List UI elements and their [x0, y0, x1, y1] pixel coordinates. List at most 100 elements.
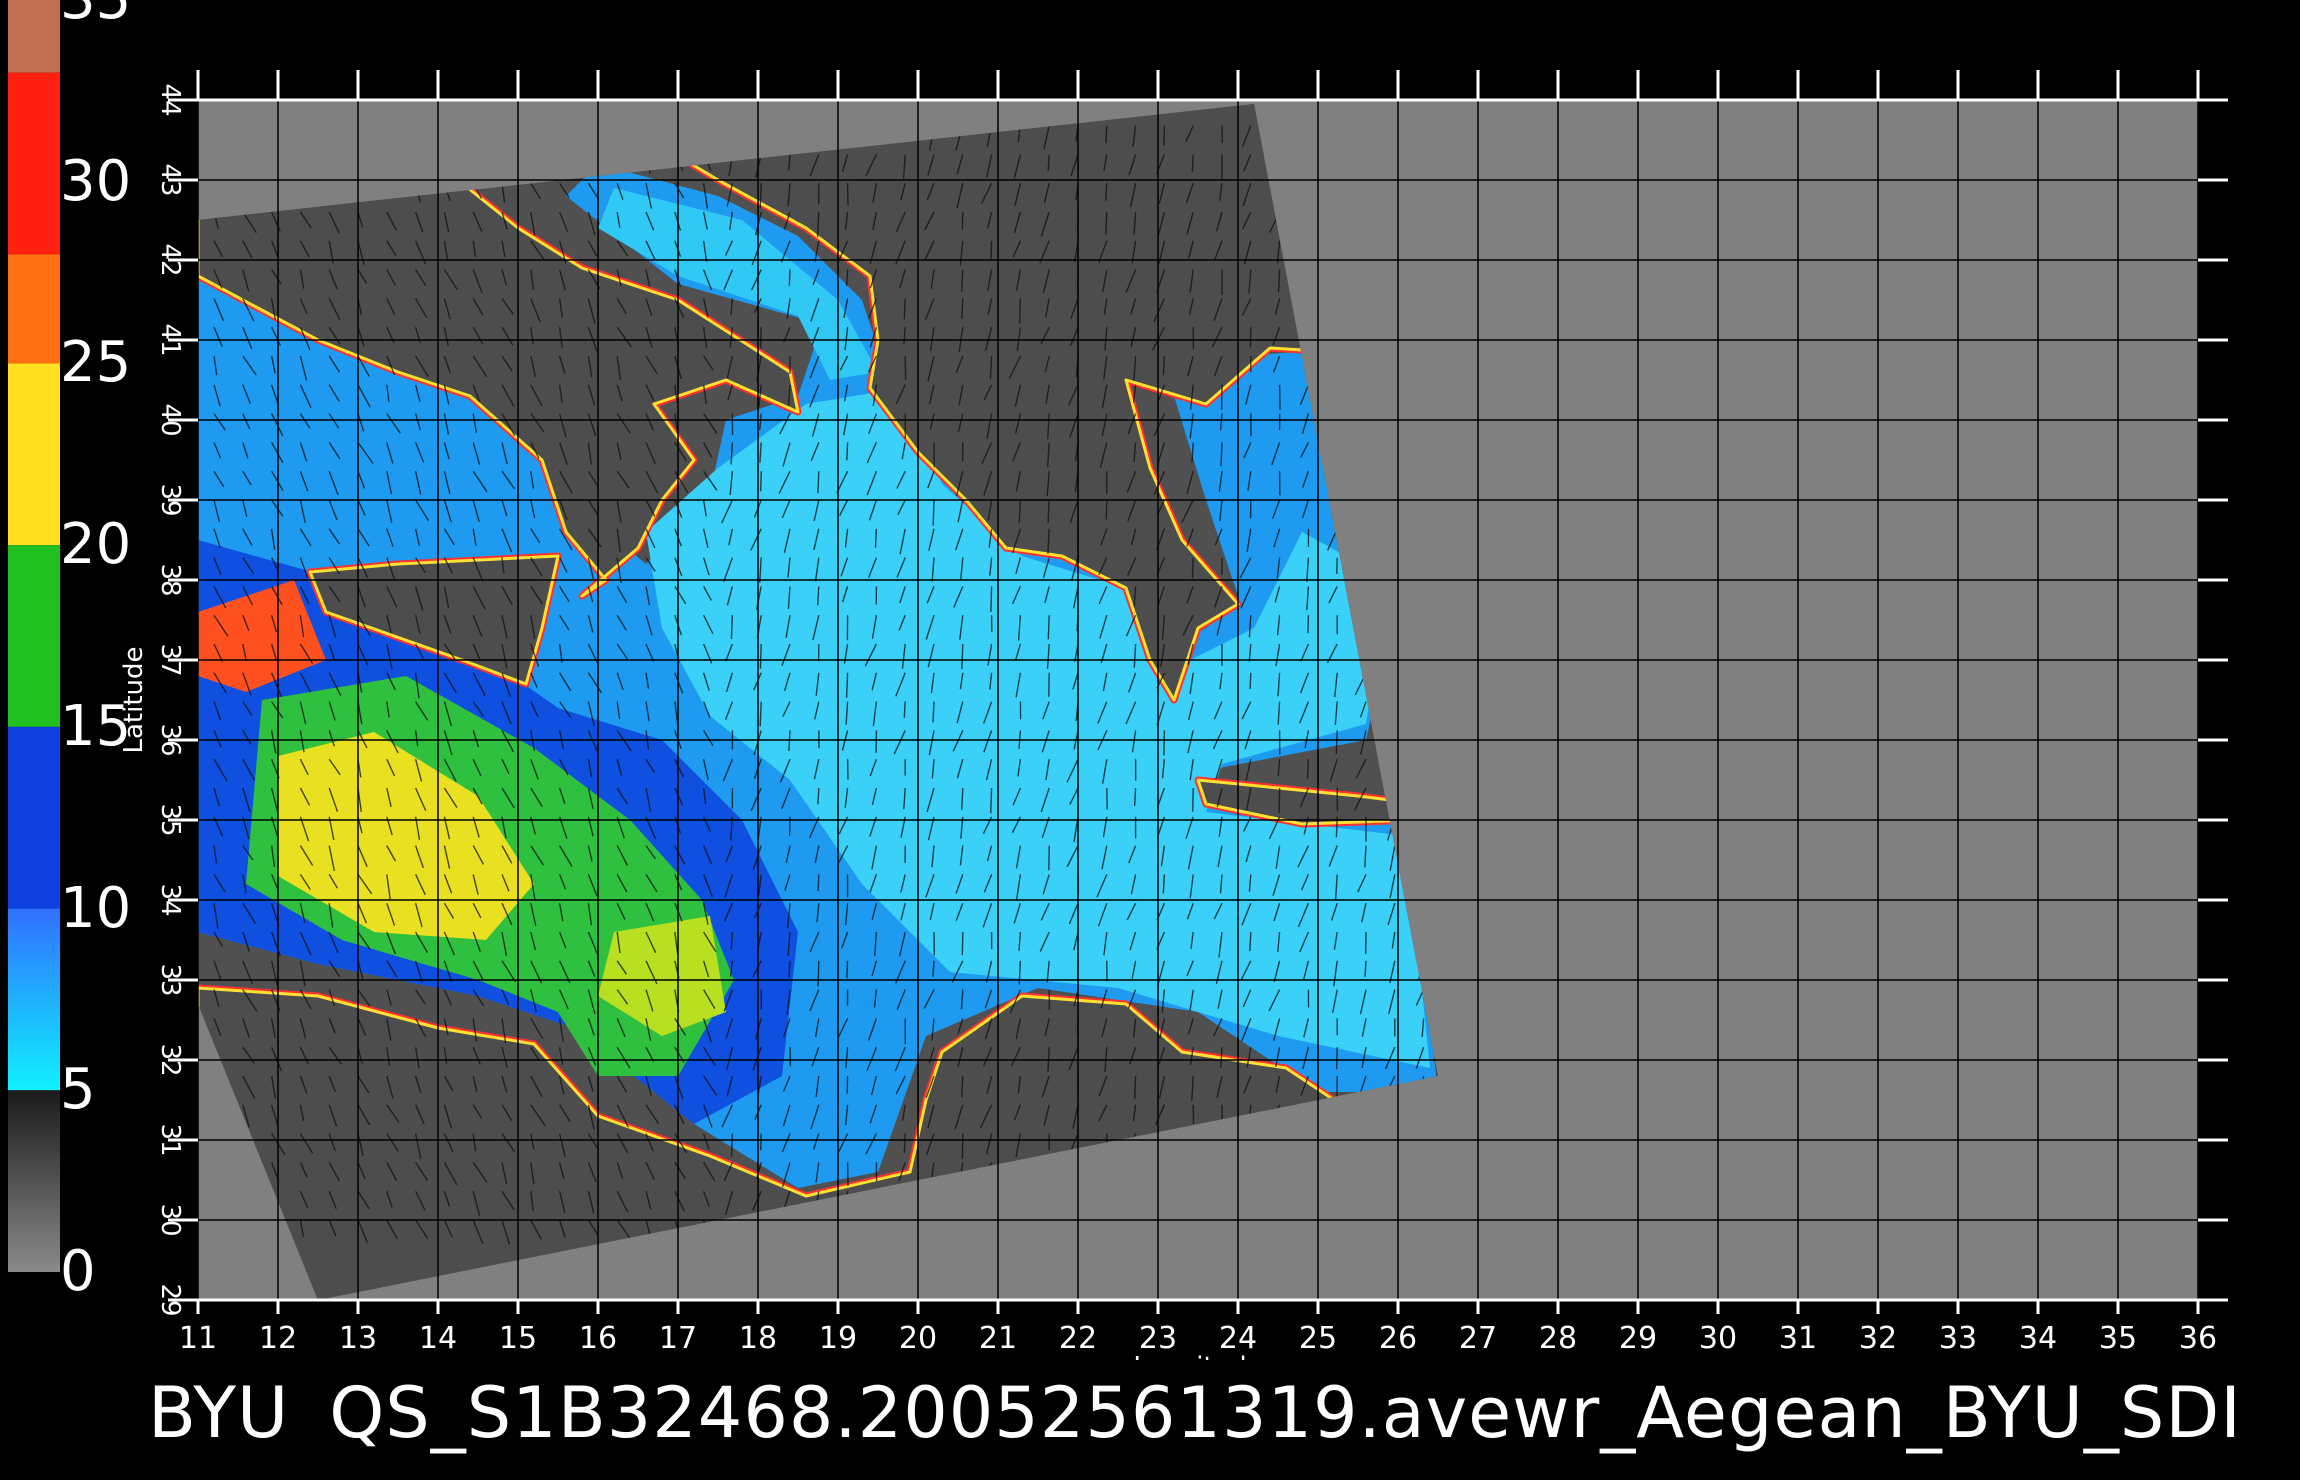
- footer-filename: QS_S1B32468.20052561319.avewr_Aegean_BYU…: [329, 1372, 2242, 1454]
- longitude-tick-label: 36: [2179, 1321, 2217, 1356]
- wind-vector: [1047, 154, 1050, 171]
- wind-vector: [1249, 672, 1252, 690]
- longitude-tick-label: 16: [579, 1321, 617, 1356]
- wind-vector: [1335, 1047, 1338, 1070]
- wind-vector: [759, 327, 762, 349]
- wind-vector: [759, 701, 762, 727]
- longitude-tick-label: 28: [1539, 1321, 1577, 1356]
- longitude-tick-label: 33: [1939, 1321, 1977, 1356]
- wind-vector: [932, 701, 935, 723]
- wind-vector: [1105, 125, 1108, 144]
- wind-vector: [788, 960, 791, 978]
- wind-vector: [1105, 499, 1108, 520]
- wind-vector: [1133, 787, 1137, 806]
- wind-map: 11 12 13 14 15 16 17 18 19 20 21 22 23 24 25 26 27 28 29 30…: [119, 70, 2228, 1360]
- latitude-tick-label: 34: [155, 883, 185, 916]
- wind-vector: [817, 471, 820, 494]
- footer-title: BYU QS_S1B32468.20052561319.avewr_Aegean_…: [148, 1372, 2282, 1454]
- wind-vector: [1105, 183, 1108, 201]
- wind-vector: [846, 442, 849, 461]
- wind-vector: [817, 874, 820, 892]
- longitude-tick-label: 22: [1059, 1321, 1097, 1356]
- wind-vector: [961, 931, 964, 956]
- wind-vector: [1306, 759, 1310, 779]
- longitude-tick-label: 21: [979, 1321, 1017, 1356]
- longitude-tick-label: 18: [739, 1321, 777, 1356]
- longitude-tick-label: 26: [1379, 1321, 1417, 1356]
- wind-vector: [990, 787, 993, 814]
- wind-vector: [1249, 931, 1252, 952]
- latitude-tick-label: 37: [155, 643, 185, 676]
- longitude-tick-label: 20: [899, 1321, 937, 1356]
- wind-vector: [961, 298, 964, 319]
- longitude-tick-label: 24: [1219, 1321, 1257, 1356]
- longitude-tick-label: 17: [659, 1321, 697, 1356]
- wind-vector: [759, 183, 762, 209]
- latitude-tick-label: 33: [155, 963, 185, 996]
- latitude-tick-label: 29: [155, 1283, 185, 1316]
- longitude-tick-label: 13: [339, 1321, 377, 1356]
- wind-vector: [1105, 211, 1108, 236]
- longitude-tick-label: 34: [2019, 1321, 2057, 1356]
- wind-vector: [817, 960, 820, 987]
- longitude-tick-label: 14: [419, 1321, 457, 1356]
- wind-vector: [903, 298, 906, 320]
- wind-vector: [1220, 442, 1223, 467]
- wind-vector: [788, 269, 791, 286]
- latitude-tick-label: 44: [155, 83, 185, 116]
- wind-vector: [1278, 787, 1281, 814]
- latitude-tick-label: 32: [155, 1043, 185, 1076]
- latitude-tick-label: 38: [155, 563, 185, 596]
- wind-vector: [1191, 557, 1194, 579]
- x-axis-label: Longitude: [1133, 1352, 1262, 1360]
- longitude-tick-label: 29: [1619, 1321, 1657, 1356]
- latitude-tick-label: 39: [155, 483, 185, 516]
- wind-vector: [1192, 787, 1194, 812]
- wind-vector: [1307, 615, 1310, 634]
- wind-vector: [817, 787, 820, 805]
- longitude-tick-label: 11: [179, 1321, 217, 1356]
- wind-vector: [1134, 1075, 1137, 1099]
- wind-vector: [874, 528, 878, 548]
- map-figure: 35302520151050 1112131415161718192021222…: [0, 0, 2300, 1480]
- wind-vector: [730, 615, 734, 639]
- wind-vector: [961, 643, 964, 670]
- wind-vector: [990, 586, 993, 612]
- longitude-tick-label: 35: [2099, 1321, 2137, 1356]
- longitude-tick-label: 19: [819, 1321, 857, 1356]
- wind-vector: [1047, 615, 1050, 640]
- wind-vector: [760, 471, 762, 492]
- longitude-tick-label: 23: [1139, 1321, 1177, 1356]
- wind-vector: [1364, 960, 1367, 977]
- longitude-tick-label: 31: [1779, 1321, 1817, 1356]
- wind-vector: [903, 701, 906, 718]
- y-axis-label: Latitude: [119, 646, 149, 753]
- latitude-tick-label: 36: [155, 723, 185, 756]
- longitude-tick-label: 12: [259, 1321, 297, 1356]
- longitude-tick-label: 27: [1459, 1321, 1497, 1356]
- footer-org: BYU: [148, 1372, 290, 1454]
- wind-vector: [846, 960, 849, 979]
- latitude-tick-label: 40: [155, 403, 185, 436]
- wind-vector: [1163, 125, 1166, 146]
- latitude-tick-label: 35: [155, 803, 185, 836]
- wind-vector: [1018, 298, 1022, 324]
- wind-vector: [903, 1133, 906, 1154]
- latitude-tick-label: 42: [155, 243, 185, 276]
- longitude-tick-label: 30: [1699, 1321, 1737, 1356]
- wind-vector: [845, 269, 849, 286]
- wind-vector: [1163, 730, 1166, 756]
- longitude-tick-label: 25: [1299, 1321, 1337, 1356]
- latitude-tick-label: 30: [155, 1203, 185, 1236]
- latitude-tick-label: 43: [155, 163, 185, 196]
- wind-vector: [932, 499, 935, 526]
- latitude-tick-label: 31: [155, 1123, 185, 1156]
- wind-vector: [730, 1133, 734, 1157]
- longitude-tick-label: 15: [499, 1321, 537, 1356]
- wind-vector: [759, 643, 762, 669]
- longitude-tick-label: 32: [1859, 1321, 1897, 1356]
- latitude-tick-label: 41: [155, 323, 185, 356]
- wind-vector: [1191, 154, 1194, 173]
- wind-vector: [845, 672, 849, 698]
- wind-vector: [1335, 730, 1338, 755]
